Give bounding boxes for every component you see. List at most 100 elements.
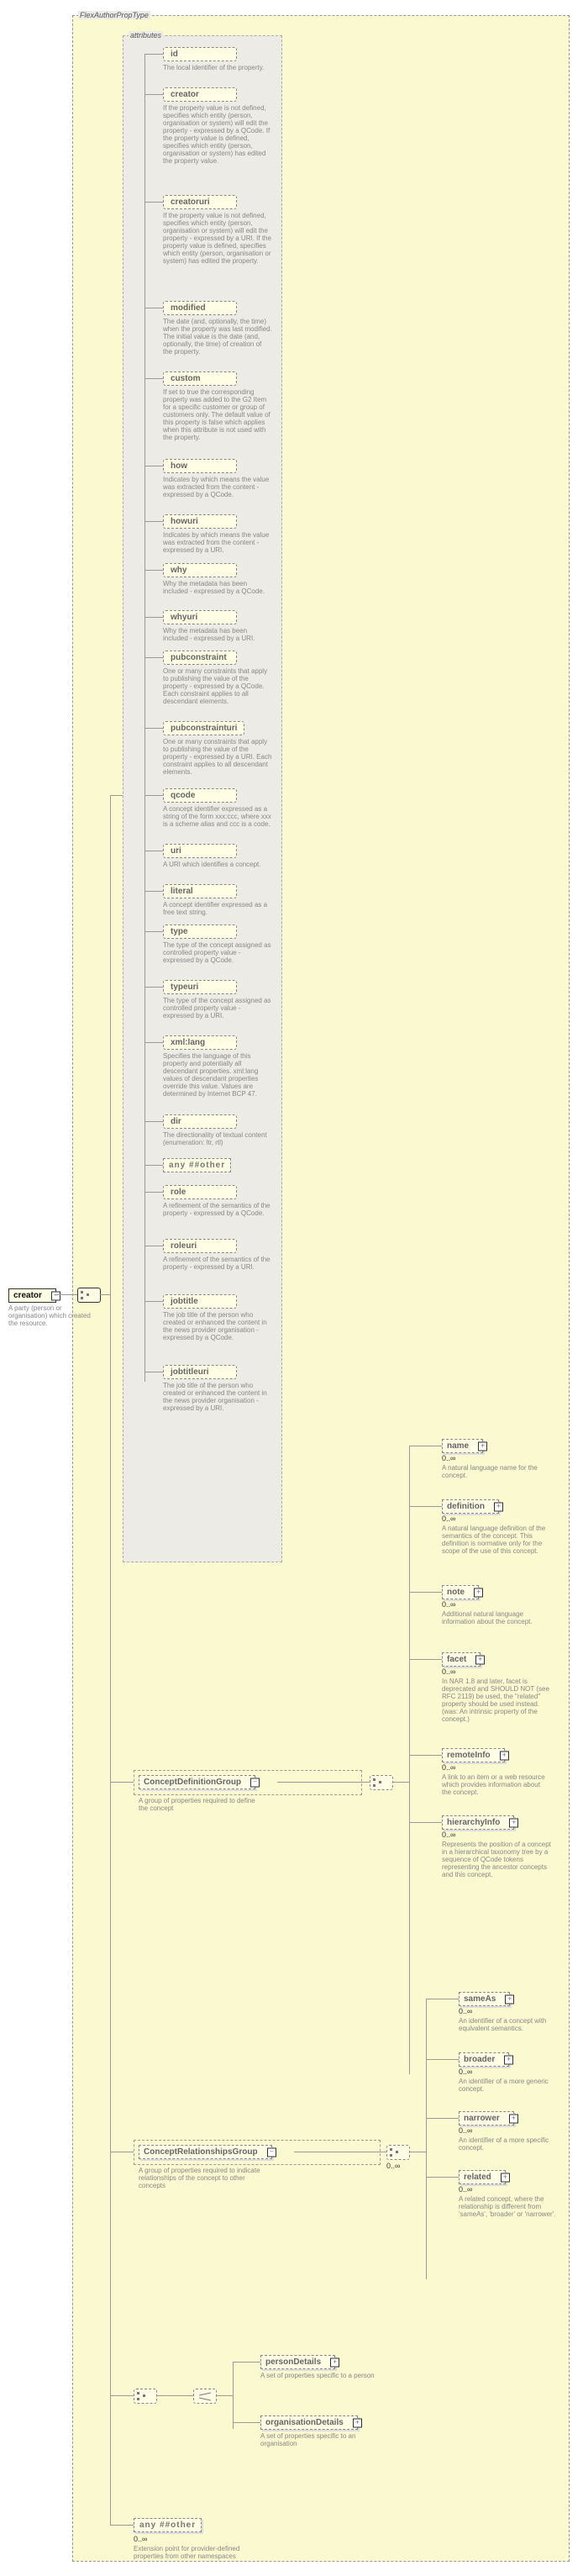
connector (277, 1782, 370, 1783)
attr-dir-desc: The directionality of textual content (e… (163, 1131, 272, 1146)
attr-pubconstraint-desc: One or many constraints that apply to pu… (163, 667, 272, 705)
expand-icon[interactable]: + (478, 1441, 487, 1451)
collapse-icon[interactable]: − (250, 1778, 260, 1787)
collapse-icon[interactable]: − (267, 2147, 276, 2157)
desc: A natural language definition of the sem… (442, 1525, 551, 1555)
el-remoteinfo[interactable]: remoteInfo+ (442, 1748, 505, 1762)
connector (426, 2059, 459, 2060)
card: 0..∞ (459, 2126, 472, 2135)
expand-icon[interactable]: + (509, 2114, 518, 2123)
attr-type[interactable]: type (163, 925, 237, 939)
el-sameas[interactable]: sameAs+ (459, 1992, 510, 2006)
desc: A set of properties specific to an organ… (260, 2432, 386, 2447)
attr-xmllang[interactable]: xml:lang (163, 1035, 237, 1050)
attr-whyuri[interactable]: whyuri (163, 610, 237, 624)
group-label: ConceptDefinitionGroup (144, 1778, 241, 1787)
card: 0..∞ (442, 1831, 455, 1839)
attr-literal[interactable]: literal (163, 884, 237, 898)
desc: An identifier of a more specific concept… (459, 2136, 568, 2152)
connector (56, 1294, 77, 1295)
attr-role[interactable]: role (163, 1185, 237, 1199)
attr-jobtitle-desc: The job title of the person who created … (163, 1311, 272, 1341)
attr-jobtitleuri[interactable]: jobtitleuri (163, 1365, 237, 1379)
attr-jobtitle[interactable]: jobtitle (163, 1294, 237, 1309)
connector (144, 931, 163, 932)
desc: An identifier of a concept with equivale… (459, 2017, 568, 2032)
connector (144, 657, 163, 658)
connector (110, 795, 123, 796)
attr-pubconstrainturi[interactable]: pubconstrainturi (163, 721, 244, 735)
desc: A related concept, where the relationshi… (459, 2195, 568, 2218)
connector (144, 378, 163, 379)
el-organisationdetails[interactable]: organisationDetails+ (260, 2415, 358, 2430)
expand-icon[interactable]: + (474, 1588, 483, 1597)
group-concept-relationships[interactable]: ConceptRelationshipsGroup − (139, 2145, 272, 2159)
connector (426, 2177, 459, 2178)
attr-custom-desc: If set to true the corresponding propert… (163, 388, 272, 441)
el-broader[interactable]: broader+ (459, 2052, 509, 2067)
connector (409, 1822, 442, 1823)
attr-how[interactable]: how (163, 459, 237, 473)
connector (392, 1782, 409, 1783)
expand-icon[interactable]: + (505, 1994, 514, 2004)
el-note[interactable]: note+ (442, 1585, 479, 1599)
attr-id[interactable]: id (163, 47, 237, 61)
group-label: ConceptRelationshipsGroup (144, 2147, 258, 2157)
attr-dir[interactable]: dir (163, 1114, 237, 1129)
connector (233, 2422, 260, 2423)
any-other-element[interactable]: any ##other (134, 2518, 202, 2532)
expand-icon[interactable]: + (500, 1751, 509, 1760)
expand-icon[interactable]: + (504, 2055, 513, 2064)
connector (144, 521, 163, 522)
el-facet[interactable]: facet+ (442, 1652, 481, 1667)
cr-spine (426, 1999, 427, 2279)
connector (233, 2362, 260, 2363)
attr-spine (144, 54, 145, 1382)
expand-icon[interactable]: + (330, 2357, 339, 2367)
connector (216, 2395, 233, 2396)
attr-roleuri[interactable]: roleuri (163, 1239, 237, 1253)
el-definition[interactable]: definition+ (442, 1499, 499, 1514)
attr-qcode[interactable]: qcode (163, 788, 237, 803)
el-name[interactable]: name+ (442, 1439, 483, 1453)
expand-icon[interactable]: + (494, 1502, 503, 1511)
expand-icon[interactable]: + (353, 2418, 362, 2427)
cr-sequence (386, 2145, 410, 2160)
el-related[interactable]: related+ (459, 2170, 506, 2184)
connector (144, 795, 163, 796)
el-persondetails[interactable]: personDetails+ (260, 2355, 335, 2369)
attr-pubconstraint[interactable]: pubconstraint (163, 651, 237, 665)
details-sequence (134, 2389, 157, 2404)
attributes-heading: attributes (129, 31, 163, 40)
cd-spine-ext (409, 1782, 410, 1822)
el-hierarchyinfo[interactable]: hierarchyInfo+ (442, 1815, 514, 1830)
group-concept-definition[interactable]: ConceptDefinitionGroup − (139, 1775, 255, 1789)
attr-custom[interactable]: custom (163, 371, 237, 386)
collapse-icon[interactable]: − (51, 1291, 60, 1300)
attr-role-desc: A refinement of the semantics of the pro… (163, 1202, 272, 1217)
expand-icon[interactable]: + (501, 2173, 510, 2182)
attr-howuri[interactable]: howuri (163, 514, 237, 529)
attr-any-other[interactable]: any ##other (163, 1158, 231, 1172)
root-element-creator[interactable]: creator − (8, 1288, 56, 1303)
attr-literal-desc: A concept identifier expressed as a free… (163, 901, 272, 916)
connector (144, 1042, 163, 1043)
card: 0..∞ (134, 2535, 147, 2543)
attr-pubconstrainturi-desc: One or many constraints that apply to pu… (163, 738, 272, 776)
el-narrower[interactable]: narrower+ (459, 2111, 514, 2126)
expand-icon[interactable]: + (509, 1818, 518, 1827)
desc: A natural language name for the concept. (442, 1464, 551, 1479)
desc: Additional natural language information … (442, 1610, 551, 1625)
attr-creatoruri[interactable]: creatoruri (163, 195, 237, 209)
attr-typeuri[interactable]: typeuri (163, 980, 237, 994)
attr-uri[interactable]: uri (163, 844, 237, 858)
expand-icon[interactable]: + (475, 1655, 485, 1664)
desc: A link to an item or a web resource whic… (442, 1773, 551, 1796)
attr-modified[interactable]: modified (163, 301, 237, 315)
connector (110, 2525, 134, 2526)
attr-why[interactable]: why (163, 563, 237, 577)
desc: In NAR 1.8 and later, facet is deprecate… (442, 1678, 551, 1723)
attr-creator[interactable]: creator (163, 87, 237, 102)
attr-typeuri-desc: The type of the concept assigned as cont… (163, 997, 272, 1019)
connector (409, 1659, 442, 1660)
